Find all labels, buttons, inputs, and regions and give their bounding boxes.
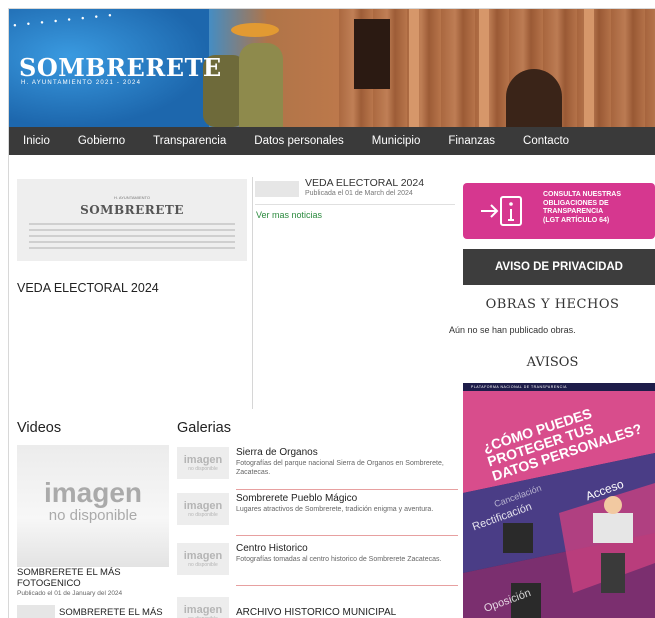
text-line <box>29 241 235 243</box>
thumb-placeholder-big: imagen <box>183 453 223 466</box>
obras-empty-message: Aún no se han publicado obras. <box>449 325 576 335</box>
video-title[interactable]: SOMBRERETE EL MÁS <box>59 607 163 618</box>
gallery-item[interactable]: imagen no disponible Sierra de Organos F… <box>177 447 458 493</box>
news-item-title[interactable]: VEDA ELECTORAL 2024 <box>305 177 424 189</box>
thumb-placeholder-small: no disponible <box>188 465 218 472</box>
gallery-description: Fotografías tomadas al centro historico … <box>236 556 442 563</box>
site-logo[interactable]: SOMBRERETE <box>19 53 222 82</box>
video-thumbnail[interactable] <box>17 605 55 618</box>
transparency-info-icon <box>481 196 522 226</box>
news-thumbnail[interactable] <box>255 181 299 197</box>
obras-heading: OBRAS Y HECHOS <box>485 297 620 312</box>
avisos-poster[interactable]: PLATAFORMA NACIONAL DE TRANSPARENCIA ¿CÓ… <box>463 383 655 618</box>
header-banner: • • • • • • • • SOMBRERETE H. AYUNTAMIEN… <box>9 9 655 127</box>
banner-column <box>479 9 489 127</box>
placeholder-text-big: imagen <box>43 477 143 508</box>
text-line <box>29 247 235 249</box>
thumb-placeholder-small: no disponible <box>188 511 218 518</box>
banner-hat <box>231 23 279 37</box>
gallery-thumbnail[interactable]: imagen no disponible <box>177 543 229 575</box>
gallery-separator <box>236 489 458 490</box>
text-line <box>29 229 235 231</box>
gallery-item[interactable]: imagen no disponible Sombrerete Pueblo M… <box>177 493 458 539</box>
nav-item-transparencia[interactable]: Transparencia <box>139 127 240 155</box>
featured-image-heading: SOMBRERETE <box>80 203 184 217</box>
main-nav: Inicio Gobierno Transparencia Datos pers… <box>9 127 655 155</box>
nav-item-municipio[interactable]: Municipio <box>358 127 435 155</box>
galerias-heading: Galerias <box>177 420 231 436</box>
transparency-text: CONSULTA NUESTRAS OBLIGACIONES DE TRANSP… <box>543 191 622 224</box>
gallery-thumbnail[interactable]: imagen no disponible <box>177 493 229 525</box>
text-line <box>29 223 235 225</box>
gallery-item[interactable]: imagen no disponible ARCHIVO HISTORICO M… <box>177 597 457 618</box>
news-item-date: Publicada el 01 de March del 2024 <box>305 190 413 197</box>
banner-photographer <box>239 43 283 127</box>
nav-item-finanzas[interactable]: Finanzas <box>434 127 509 155</box>
avisos-heading: AVISOS <box>526 355 579 370</box>
nav-item-gobierno[interactable]: Gobierno <box>64 127 139 155</box>
thumb-placeholder-big: imagen <box>183 603 223 616</box>
gallery-separator <box>236 585 458 586</box>
featured-news-image[interactable]: H. AYUNTAMIENTO SOMBRERETE <box>17 179 247 261</box>
banner-window <box>354 19 390 89</box>
site-logo-subtitle: H. AYUNTAMIENTO 2021 - 2024 <box>21 80 142 86</box>
video-date: Publicado el 01 de January del 2024 <box>17 590 123 597</box>
gallery-item[interactable]: imagen no disponible Centro Historico Fo… <box>177 543 458 589</box>
video-thumbnail[interactable]: imagen no disponible <box>17 445 169 567</box>
gallery-title[interactable]: Centro Historico <box>236 543 308 554</box>
text-line <box>29 235 235 237</box>
gallery-thumbnail[interactable]: imagen no disponible <box>177 447 229 479</box>
thumb-placeholder-big: imagen <box>183 499 223 512</box>
gallery-title[interactable]: Sombrerete Pueblo Mágico <box>236 493 357 504</box>
page-frame: • • • • • • • • SOMBRERETE H. AYUNTAMIEN… <box>8 8 655 618</box>
more-news-link[interactable]: Ver mas noticias <box>256 210 322 220</box>
videos-heading: Videos <box>17 420 62 436</box>
column-divider <box>252 177 253 409</box>
gallery-separator <box>236 535 458 536</box>
gallery-thumbnail[interactable]: imagen no disponible <box>177 597 229 618</box>
nav-item-contacto[interactable]: Contacto <box>509 127 583 155</box>
featured-news-title[interactable]: VEDA ELECTORAL 2024 <box>17 281 159 295</box>
banner-column <box>584 9 594 127</box>
nav-item-inicio[interactable]: Inicio <box>9 127 64 155</box>
featured-image-small-text: H. AYUNTAMIENTO <box>113 195 150 200</box>
thumb-placeholder-small: no disponible <box>188 561 218 568</box>
nav-item-datos-personales[interactable]: Datos personales <box>240 127 358 155</box>
gallery-title[interactable]: Sierra de Organos <box>236 447 318 458</box>
placeholder-text-small: no disponible <box>48 507 138 524</box>
gallery-title[interactable]: ARCHIVO HISTORICO MUNICIPAL <box>236 607 396 618</box>
gallery-description: Fotografías del parque nacional Sierra d… <box>236 460 444 476</box>
banner-door <box>506 69 562 127</box>
banner-column <box>409 9 419 127</box>
transparency-obligations-button[interactable]: CONSULTA NUESTRAS OBLIGACIONES DE TRANSP… <box>463 183 655 239</box>
privacy-notice-button[interactable]: AVISO DE PRIVACIDAD <box>463 249 655 285</box>
gallery-description: Lugares atractivos de Sombrerete, tradic… <box>236 506 434 513</box>
video-title[interactable]: SOMBRERETE EL MÁS FOTOGENICO <box>17 567 167 589</box>
news-separator <box>255 204 455 205</box>
thumb-placeholder-big: imagen <box>183 549 223 562</box>
